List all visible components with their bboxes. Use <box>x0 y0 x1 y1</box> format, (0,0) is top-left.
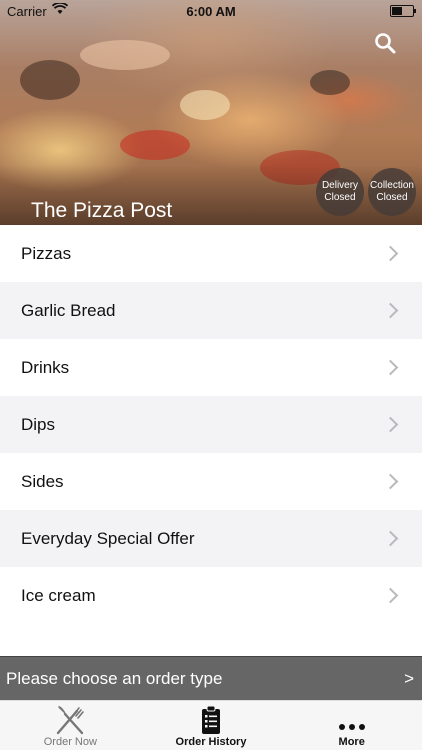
category-label: Sides <box>21 471 64 491</box>
order-type-arrow: > <box>404 668 414 688</box>
pizza-topping <box>310 70 350 95</box>
category-label: Drinks <box>21 357 70 377</box>
chevron-right-icon <box>382 302 399 319</box>
chevron-right-icon <box>382 473 399 490</box>
collection-status-badge[interactable]: Collection Closed <box>368 168 416 216</box>
tab-order-now[interactable]: Order Now <box>0 701 141 750</box>
delivery-status: Closed <box>324 192 356 203</box>
collection-status: Closed <box>376 192 408 203</box>
order-type-label: Please choose an order type <box>6 668 223 688</box>
chevron-right-icon <box>382 416 399 433</box>
tab-order-history[interactable]: Order History <box>141 701 282 750</box>
tab-label: Order History <box>175 736 247 748</box>
category-item-everyday-special-offer[interactable]: Everyday Special Offer <box>0 510 422 567</box>
category-item-dips[interactable]: Dips <box>0 396 422 453</box>
chevron-right-icon <box>382 587 399 604</box>
category-label: Pizzas <box>21 243 72 263</box>
battery-icon <box>390 5 416 17</box>
pizza-topping <box>120 130 190 160</box>
category-item-ice-cream[interactable]: Ice cream <box>0 567 422 624</box>
tab-label: More <box>338 736 365 748</box>
status-bar: Carrier 6:00 AM <box>0 0 422 22</box>
category-item-sides[interactable]: Sides <box>0 453 422 510</box>
delivery-label: Delivery <box>321 180 359 191</box>
pizza-topping <box>80 40 170 70</box>
collection-label: Collection <box>370 180 414 191</box>
category-label: Garlic Bread <box>21 300 116 320</box>
store-name: The Pizza Post <box>31 199 173 222</box>
tab-more[interactable]: More <box>281 701 422 750</box>
clock: 6:00 AM <box>186 4 236 19</box>
category-label: Ice cream <box>21 585 96 605</box>
clipboard-icon <box>202 705 220 734</box>
category-label: Dips <box>21 414 56 434</box>
category-label: Everyday Special Offer <box>21 528 195 548</box>
pizza-topping <box>20 60 80 100</box>
delivery-status-badge[interactable]: Delivery Closed <box>316 168 364 216</box>
pizza-topping <box>180 90 230 120</box>
order-type-button[interactable]: Please choose an order type > <box>0 656 422 700</box>
category-item-garlic-bread[interactable]: Garlic Bread <box>0 282 422 339</box>
tab-label: Order Now <box>43 736 97 748</box>
category-item-pizzas[interactable]: Pizzas <box>0 225 422 282</box>
chevron-right-icon <box>382 359 399 376</box>
chevron-right-icon <box>382 245 399 262</box>
fork-knife-icon <box>57 706 85 735</box>
chevron-right-icon <box>382 530 399 547</box>
tab-bar: Order Now Order History More <box>0 700 422 750</box>
more-dots-icon <box>338 724 365 730</box>
category-list: Pizzas Garlic Bread Drinks Dips Sides Ev… <box>0 225 422 624</box>
category-item-drinks[interactable]: Drinks <box>0 339 422 396</box>
search-icon[interactable] <box>374 32 396 54</box>
header-banner: Carrier 6:00 AM The Pizza Post Delivery … <box>0 0 422 225</box>
